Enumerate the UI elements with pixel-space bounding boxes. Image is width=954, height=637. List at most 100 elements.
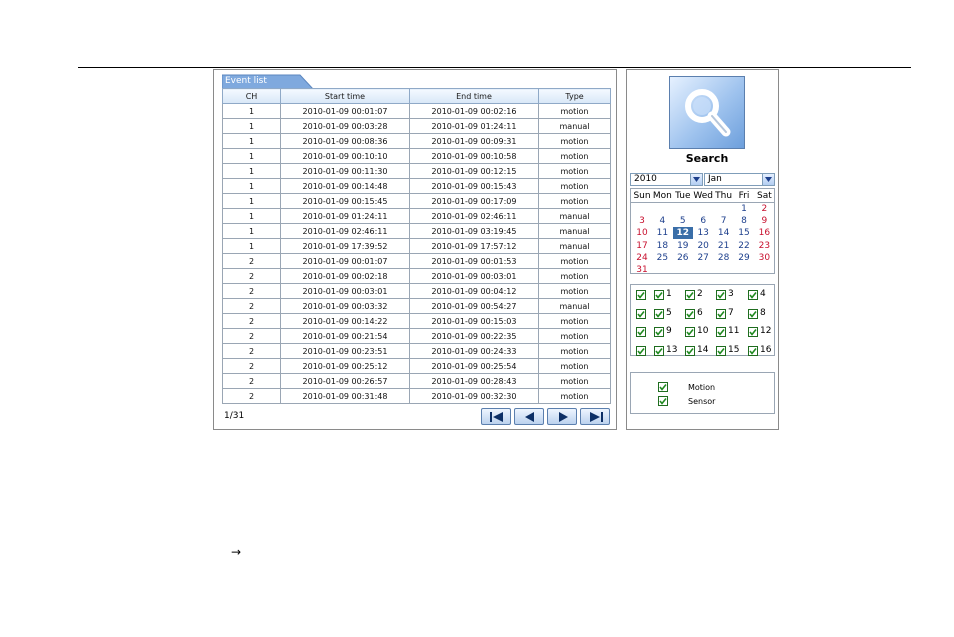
channel-checkbox[interactable] — [716, 308, 726, 319]
channel-label: 6 — [697, 307, 703, 318]
channel-checkbox[interactable] — [654, 345, 664, 356]
magnifier-icon — [685, 89, 731, 137]
cell-end-time: 2010-01-09 17:57:12 — [409, 238, 539, 254]
table-row[interactable]: 1 2010-01-09 00:08:36 2010-01-09 00:09:31 m… — [222, 133, 611, 149]
channel-checkbox[interactable] — [685, 290, 695, 300]
prev-page-button[interactable] — [514, 408, 544, 425]
table-row[interactable]: 1 2010-01-09 00:03:28 2010-01-09 01:24:11 m… — [222, 118, 611, 134]
tab-event-list[interactable]: Event list — [222, 74, 315, 90]
search-button[interactable] — [669, 76, 745, 149]
table-row[interactable]: 1 2010-01-09 00:10:10 2010-01-09 00:10:58 m… — [222, 148, 611, 164]
table-row[interactable]: 2 2010-01-09 00:31:48 2010-01-09 00:32:30 m… — [222, 388, 611, 404]
table-row[interactable]: 1 2010-01-09 00:14:48 2010-01-09 00:15:43 m… — [222, 178, 611, 194]
calendar-day[interactable]: 16 — [754, 227, 774, 239]
channel-row-toggle[interactable] — [636, 290, 646, 300]
calendar-day[interactable]: 23 — [754, 240, 774, 252]
calendar-day[interactable]: 28 — [714, 252, 734, 264]
calendar-day[interactable]: 3 — [632, 215, 652, 227]
channel-checkbox[interactable] — [748, 290, 758, 300]
calendar-day[interactable]: 4 — [652, 215, 672, 227]
cell-end-time: 2010-01-09 02:46:11 — [409, 208, 539, 224]
prev-page-icon — [525, 412, 534, 422]
cell-type: motion — [538, 193, 611, 209]
calendar-day[interactable]: 21 — [714, 240, 734, 252]
channel-row-toggle[interactable] — [636, 327, 646, 337]
calendar-day[interactable]: 20 — [693, 240, 713, 252]
calendar-day[interactable]: 15 — [734, 227, 754, 239]
calendar-day-selected[interactable]: 12 — [672, 227, 693, 240]
calendar-day[interactable]: 22 — [734, 240, 754, 252]
calendar-day[interactable]: 2 — [754, 203, 774, 215]
table-row[interactable]: 1 2010-01-09 17:39:52 2010-01-09 17:57:12 m… — [222, 238, 611, 254]
channel-checkbox[interactable] — [748, 345, 758, 356]
next-page-button[interactable] — [547, 408, 577, 425]
calendar-day[interactable]: 11 — [652, 227, 672, 239]
year-dropdown-button[interactable] — [690, 174, 702, 185]
table-row[interactable]: 2 2010-01-09 00:03:32 2010-01-09 00:54:27 m… — [222, 298, 611, 314]
channel-checkbox[interactable] — [748, 308, 758, 319]
calendar-day[interactable]: 29 — [734, 252, 754, 264]
channel-checkbox[interactable] — [685, 327, 695, 337]
calendar-day[interactable]: 31 — [632, 264, 652, 276]
cell-type: motion — [538, 268, 611, 284]
channel-checkbox[interactable] — [716, 345, 726, 356]
channel-label: 1 — [666, 289, 672, 299]
column-header-ch[interactable]: CH — [222, 88, 281, 104]
table-row[interactable]: 2 2010-01-09 00:25:12 2010-01-09 00:25:54 m… — [222, 358, 611, 374]
calendar-day[interactable]: 27 — [693, 252, 713, 264]
channel-checkbox[interactable] — [716, 327, 726, 337]
channel-checkbox[interactable] — [748, 327, 758, 337]
channel-checkbox[interactable] — [685, 345, 695, 356]
calendar-day[interactable]: 1 — [734, 203, 754, 215]
table-row[interactable]: 2 2010-01-09 00:02:18 2010-01-09 00:03:01 m… — [222, 268, 611, 284]
checkmark-icon — [686, 292, 694, 299]
calendar-day[interactable]: 25 — [652, 252, 672, 264]
table-row[interactable]: 1 2010-01-09 02:46:11 2010-01-09 03:19:45 m… — [222, 223, 611, 239]
table-row[interactable]: 1 2010-01-09 00:15:45 2010-01-09 00:17:09 m… — [222, 193, 611, 209]
column-header-end-time[interactable]: End time — [409, 88, 539, 104]
table-row[interactable]: 2 2010-01-09 00:01:07 2010-01-09 00:01:53 m… — [222, 253, 611, 269]
month-dropdown-button[interactable] — [762, 174, 774, 185]
channel-row-toggle[interactable] — [636, 345, 646, 356]
calendar-day[interactable]: 24 — [632, 252, 652, 264]
cell-type: manual — [538, 223, 611, 239]
weekday-label: Sat — [757, 191, 772, 201]
column-header-start-time[interactable]: Start time — [280, 88, 410, 104]
calendar-day[interactable]: 19 — [673, 240, 693, 252]
table-row[interactable]: 1 2010-01-09 00:11:30 2010-01-09 00:12:15 m… — [222, 163, 611, 179]
calendar-day[interactable]: 17 — [632, 240, 652, 252]
calendar-day[interactable]: 14 — [714, 227, 734, 239]
calendar-day[interactable]: 6 — [693, 215, 713, 227]
calendar-day[interactable]: 7 — [714, 215, 734, 227]
calendar-day[interactable]: 8 — [734, 215, 754, 227]
cell-end-time: 2010-01-09 00:03:01 — [409, 268, 539, 284]
calendar-day[interactable]: 10 — [632, 227, 652, 239]
column-header-type[interactable]: Type — [538, 88, 611, 104]
calendar-day[interactable]: 26 — [673, 252, 693, 264]
year-select[interactable]: 2010 — [630, 173, 703, 186]
table-row[interactable]: 1 2010-01-09 00:01:07 2010-01-09 00:02:16 m… — [222, 103, 611, 119]
calendar-day[interactable]: 5 — [673, 215, 693, 227]
table-row[interactable]: 2 2010-01-09 00:03:01 2010-01-09 00:04:12 m… — [222, 283, 611, 299]
table-row[interactable]: 2 2010-01-09 00:26:57 2010-01-09 00:28:43 m… — [222, 373, 611, 389]
table-row[interactable]: 1 2010-01-09 01:24:11 2010-01-09 02:46:11 m… — [222, 208, 611, 224]
first-page-button[interactable] — [481, 408, 511, 425]
channel-checkbox[interactable] — [685, 308, 695, 319]
event-type-checkbox[interactable] — [658, 382, 668, 392]
channel-checkbox[interactable] — [716, 290, 726, 300]
table-row[interactable]: 2 2010-01-09 00:14:22 2010-01-09 00:15:03 m… — [222, 313, 611, 329]
month-select[interactable]: Jan — [704, 173, 775, 186]
calendar-day[interactable]: 18 — [652, 240, 672, 252]
calendar-day[interactable]: 30 — [754, 252, 774, 264]
cell-ch: 2 — [222, 298, 281, 314]
channel-row-toggle[interactable] — [636, 308, 646, 319]
channel-checkbox[interactable] — [654, 327, 664, 337]
event-type-checkbox[interactable] — [658, 396, 668, 406]
table-row[interactable]: 2 2010-01-09 00:23:51 2010-01-09 00:24:33 m… — [222, 343, 611, 359]
last-page-button[interactable] — [580, 408, 610, 425]
calendar-day[interactable]: 9 — [754, 215, 774, 227]
calendar-day[interactable]: 13 — [693, 227, 713, 239]
table-row[interactable]: 2 2010-01-09 00:21:54 2010-01-09 00:22:35 m… — [222, 328, 611, 344]
channel-checkbox[interactable] — [654, 290, 664, 300]
channel-checkbox[interactable] — [654, 308, 664, 319]
